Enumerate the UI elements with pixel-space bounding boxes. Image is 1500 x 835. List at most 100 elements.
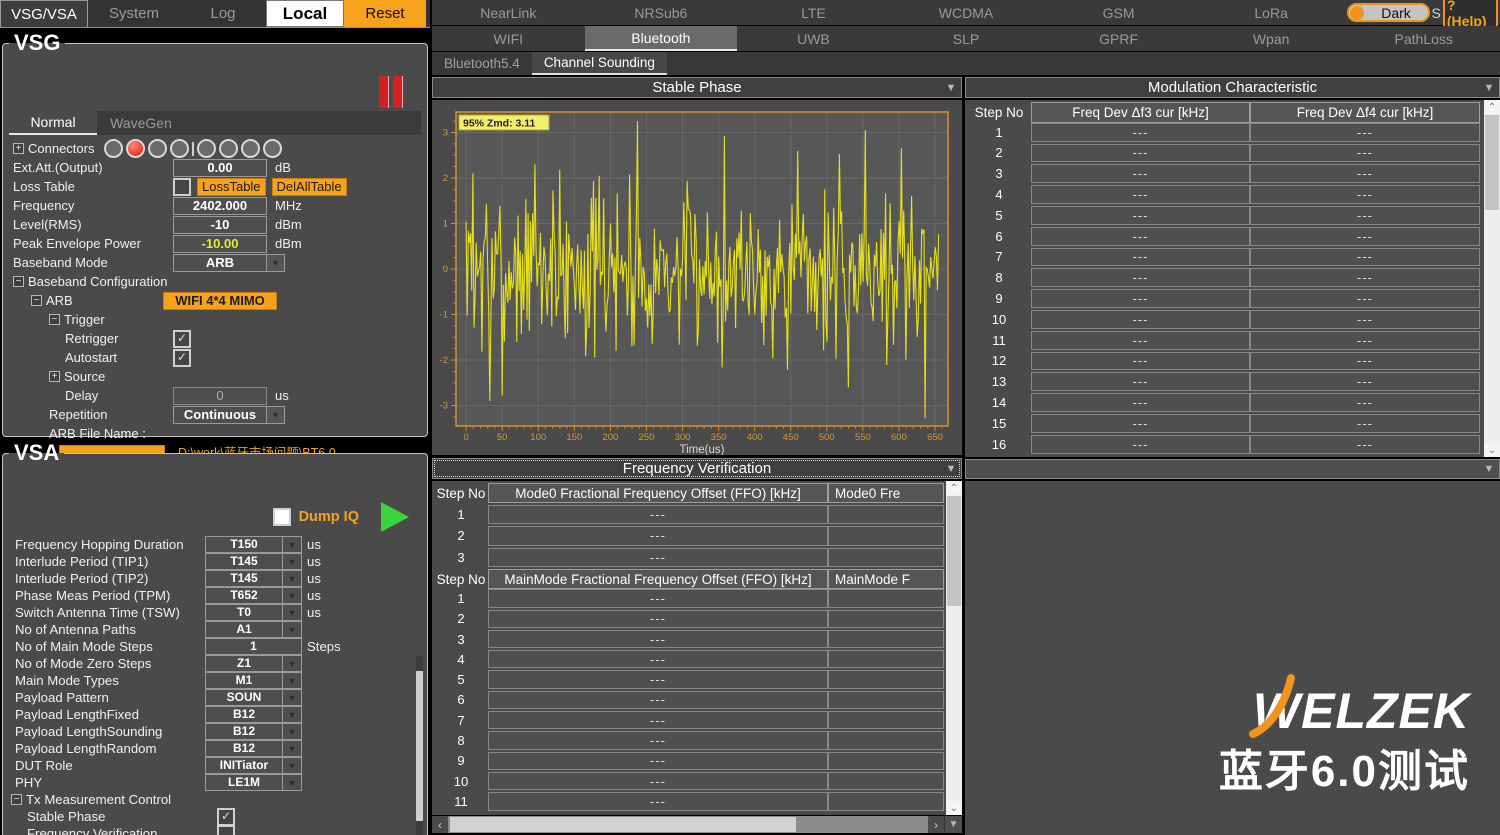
fv-cell[interactable] [828,630,944,648]
mc-cell[interactable]: --- [1031,227,1250,246]
chevron-down-icon[interactable] [283,621,302,638]
fv-cell[interactable]: --- [488,650,828,668]
frequency-verification-header[interactable]: Frequency Verification [432,458,962,479]
tab-log[interactable]: Log [180,0,266,27]
tree-expand-icon[interactable] [49,371,60,382]
vsa-param-dropdown[interactable]: Z1 [205,655,302,672]
connector-7[interactable] [241,139,260,158]
fv-cell[interactable] [828,772,944,790]
vsa-param-dropdown[interactable]: T0 [205,604,302,621]
fv-scrollbar[interactable]: ⌃ ⌄ [946,481,962,815]
vsa-param-dropdown[interactable]: A1 [205,621,302,638]
vsa-scrollbar-thumb[interactable] [416,671,423,821]
tab-normal[interactable]: Normal [9,111,97,135]
mc-cell[interactable]: --- [1250,123,1480,142]
tech-tab-nearlink[interactable]: NearLink [432,0,585,25]
baseband-mode-dropdown[interactable]: ARB [173,254,285,272]
tech-tab-wifi[interactable]: WIFI [432,26,585,51]
fv-hscroll-thumb[interactable] [450,817,796,832]
chevron-down-icon[interactable] [283,655,302,672]
tab-system[interactable]: System [88,0,180,27]
fv-cell[interactable]: --- [488,589,828,607]
reset-button[interactable]: Reset [344,0,426,27]
mc-cell[interactable]: --- [1031,164,1250,183]
chevron-down-icon[interactable] [942,460,960,477]
mc-cell[interactable]: --- [1031,372,1250,391]
connector-4[interactable] [170,139,189,158]
vsa-param-dropdown[interactable]: B12 [205,740,302,757]
scroll-up-icon[interactable]: ⌃ [946,481,962,495]
fv-cell[interactable]: --- [488,731,828,749]
fv-cell[interactable]: --- [488,752,828,770]
fv-cell[interactable] [828,792,944,810]
local-button[interactable]: Local [266,0,344,27]
fv-horizontal-scrollbar[interactable]: ‹ › [432,816,962,833]
wifi-mimo-button[interactable]: WIFI 4*4 MIMO [163,292,277,310]
fv-cell[interactable]: --- [488,670,828,688]
chevron-down-icon[interactable] [283,706,302,723]
fv-cell[interactable] [828,752,944,770]
fv-cell[interactable]: --- [488,792,828,810]
level-rms-input[interactable]: -10 [173,216,267,234]
loss-table-checkbox[interactable] [173,178,191,196]
vsa-param-dropdown[interactable]: T145 [205,570,302,587]
fv-cell[interactable] [828,610,944,628]
tree-collapse-icon[interactable] [49,314,60,325]
dump-iq-checkbox[interactable] [273,508,291,526]
scroll-up-icon[interactable]: ⌃ [1484,100,1500,114]
mc-cell[interactable]: --- [1250,164,1480,183]
connector-5[interactable] [197,139,216,158]
mc-cell[interactable]: --- [1250,248,1480,267]
fv-cell[interactable]: --- [488,610,828,628]
fv-cell[interactable] [828,731,944,749]
tech-tab-bluetooth[interactable]: Bluetooth [585,26,738,51]
tech-tab-wcdma[interactable]: WCDMA [890,0,1043,25]
fv-cell[interactable] [828,670,944,688]
chevron-down-icon[interactable] [283,553,302,570]
repetition-dropdown[interactable]: Continuous [173,406,285,424]
mc-cell[interactable]: --- [1250,185,1480,204]
play-icon[interactable] [381,502,409,532]
del-all-table-button[interactable]: DelAllTable [272,178,347,196]
vsa-param-dropdown[interactable]: LE1M [205,774,302,791]
stable-phase-header[interactable]: Stable Phase [432,77,962,98]
chevron-down-icon[interactable] [283,689,302,706]
tab-channel-sounding[interactable]: Channel Sounding [532,52,667,75]
fv-cell[interactable]: --- [488,772,828,790]
fv-cell[interactable]: --- [488,691,828,709]
fv-cell[interactable] [828,589,944,607]
vsa-param-dropdown[interactable]: T652 [205,587,302,604]
chevron-down-icon[interactable] [283,740,302,757]
chevron-down-icon[interactable] [283,604,302,621]
tab-wavegen[interactable]: WaveGen [97,111,185,135]
mc-cell[interactable]: --- [1031,268,1250,287]
mc-cell[interactable]: --- [1250,310,1480,329]
tech-tab-lte[interactable]: LTE [737,0,890,25]
toggle-knob-icon[interactable] [1350,6,1364,20]
mc-cell[interactable]: --- [1250,393,1480,412]
tech-tab-uwb[interactable]: UWB [737,26,890,51]
mc-cell[interactable]: --- [1031,435,1250,454]
tree-collapse-icon[interactable] [13,276,24,287]
chevron-down-icon[interactable] [283,672,302,689]
collapsed-panel-header[interactable] [965,459,1500,479]
vsa-scrollbar[interactable] [416,656,423,835]
connector-8[interactable] [263,139,282,158]
tech-tab-wpan[interactable]: Wpan [1195,26,1348,51]
fv-cell[interactable] [828,505,944,525]
vsa-param-dropdown[interactable]: INITiator [205,757,302,774]
chevron-down-icon[interactable] [283,774,302,791]
mc-scrollbar-thumb[interactable] [1485,115,1499,210]
connector-3[interactable] [148,139,167,158]
mc-cell[interactable]: --- [1031,414,1250,433]
mc-scrollbar[interactable]: ⌃ ⌄ [1484,100,1500,457]
mc-cell[interactable]: --- [1031,310,1250,329]
mc-cell[interactable]: --- [1250,331,1480,350]
chevron-down-icon[interactable] [942,79,960,96]
connector-6[interactable] [219,139,238,158]
dark-mode-toggle[interactable]: Dark [1347,3,1429,22]
fv-cell[interactable] [828,691,944,709]
fv-cell[interactable] [828,548,944,568]
tech-tab-gsm[interactable]: GSM [1042,0,1195,25]
loss-table-button[interactable]: LossTable [197,178,266,196]
